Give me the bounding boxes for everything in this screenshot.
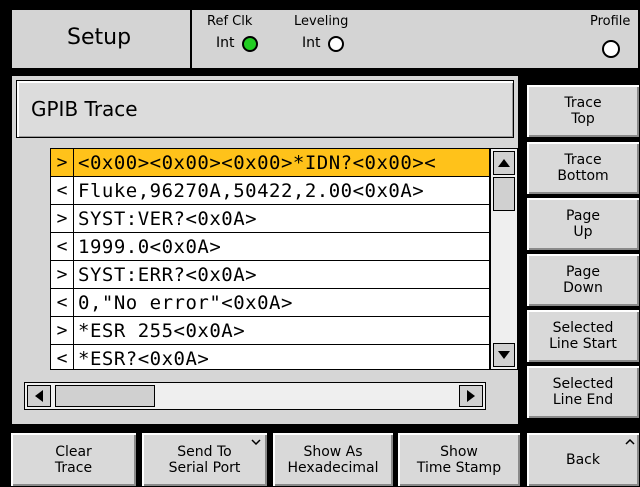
button-label-line1: Back	[566, 451, 600, 468]
trace-line-text: *ESR 255<0x0A>	[78, 319, 246, 342]
trace-line-text: SYST:VER?<0x0A>	[78, 207, 258, 230]
direction-marker: >	[51, 261, 74, 288]
show-time-stamp-button[interactable]: Show Time Stamp	[397, 432, 521, 487]
button-label-line1: Selected	[552, 376, 614, 392]
trace-panel-header: GPIB Trace	[16, 80, 514, 138]
trace-row-3[interactable]: < 1999.0<0x0A>	[51, 233, 489, 261]
button-label-line2: Down	[563, 280, 603, 296]
scroll-right-button[interactable]	[459, 385, 483, 407]
ref-clk-led	[242, 36, 258, 52]
trace-row-4[interactable]: > SYST:ERR?<0x0A>	[51, 261, 489, 289]
leveling-label: Leveling	[294, 14, 349, 29]
direction-marker: <	[51, 345, 74, 369]
button-label-line2: Up	[573, 224, 593, 240]
button-label-line2: Line Start	[549, 336, 617, 352]
page-up-button[interactable]: Page Up	[526, 197, 640, 251]
scroll-down-button[interactable]	[493, 343, 515, 367]
scroll-up-button[interactable]	[493, 151, 515, 175]
button-label-line2: Time Stamp	[416, 459, 502, 476]
button-label-line2: Trace	[54, 459, 93, 476]
button-label-line2: Bottom	[557, 168, 609, 184]
vertical-scrollbar[interactable]	[490, 148, 518, 370]
leveling-value: Int	[302, 35, 321, 51]
trace-row-5[interactable]: < 0,"No error"<0x0A>	[51, 289, 489, 317]
button-label-line1: Show	[440, 443, 478, 460]
direction-marker: <	[51, 233, 74, 260]
trace-row-7[interactable]: < *ESR?<0x0A>	[51, 345, 489, 370]
direction-marker: <	[51, 289, 74, 316]
trace-bottom-button[interactable]: Trace Bottom	[526, 141, 640, 195]
trace-panel: GPIB Trace > <0x00><0x00><0x00>*IDN?<0x0…	[10, 74, 520, 426]
trace-line-text: SYST:ERR?<0x0A>	[78, 263, 258, 286]
scroll-left-button[interactable]	[27, 385, 51, 407]
header-divider	[190, 10, 192, 68]
trace-line-text: 0,"No error"<0x0A>	[78, 291, 293, 314]
ref-clk-label: Ref Clk	[207, 14, 253, 29]
ref-clk-value: Int	[216, 35, 235, 51]
selected-line-end-button[interactable]: Selected Line End	[526, 365, 640, 419]
triangle-right-icon	[467, 390, 475, 402]
clear-trace-button[interactable]: Clear Trace	[10, 432, 137, 487]
direction-marker: <	[51, 177, 74, 204]
trace-line-text: <0x00><0x00><0x00>*IDN?<0x00><	[78, 151, 437, 174]
trace-row-2[interactable]: > SYST:VER?<0x0A>	[51, 205, 489, 233]
trace-row-1[interactable]: < Fluke,96270A,50422,2.00<0x0A>	[51, 177, 489, 205]
trace-list[interactable]: > <0x00><0x00><0x00>*IDN?<0x00>< < Fluke…	[50, 148, 490, 370]
triangle-left-icon	[35, 390, 43, 402]
chevron-down-icon	[251, 439, 261, 445]
trace-line-text: Fluke,96270A,50422,2.00<0x0A>	[78, 179, 425, 202]
button-label-line2: Top	[571, 111, 595, 127]
send-to-serial-port-button[interactable]: Send To Serial Port	[141, 432, 268, 487]
back-button[interactable]: Back	[526, 432, 640, 487]
trace-row-6[interactable]: > *ESR 255<0x0A>	[51, 317, 489, 345]
show-as-hexadecimal-button[interactable]: Show As Hexadecimal	[272, 432, 394, 487]
chevron-up-icon	[625, 439, 635, 445]
trace-row-0[interactable]: > <0x00><0x00><0x00>*IDN?<0x00><	[51, 149, 489, 177]
page-down-button[interactable]: Page Down	[526, 253, 640, 307]
trace-top-button[interactable]: Trace Top	[526, 84, 640, 138]
trace-line-text: *ESR?<0x0A>	[78, 347, 210, 370]
button-label-line1: Trace	[564, 152, 602, 168]
button-label-line1: Page	[566, 208, 600, 224]
triangle-down-icon	[498, 351, 510, 359]
button-label-line1: Selected	[552, 320, 614, 336]
button-label-line1: Trace	[564, 95, 602, 111]
horizontal-scrollbar[interactable]	[24, 382, 486, 410]
button-label-line2: Hexadecimal	[287, 459, 379, 476]
button-label-line2: Line End	[552, 392, 614, 408]
direction-marker: >	[51, 205, 74, 232]
selected-line-start-button[interactable]: Selected Line Start	[526, 309, 640, 363]
direction-marker: >	[51, 317, 74, 344]
vertical-scroll-thumb[interactable]	[493, 177, 515, 211]
header-bar: Setup Ref Clk Int Leveling Int Profile	[10, 8, 640, 70]
trace-panel-title: GPIB Trace	[31, 97, 138, 121]
profile-led	[602, 40, 620, 58]
button-label-line1: Send To	[177, 443, 232, 460]
button-label-line1: Clear	[55, 443, 92, 460]
horizontal-scroll-thumb[interactable]	[55, 385, 155, 407]
page-title: Setup	[67, 25, 132, 50]
trace-line-text: 1999.0<0x0A>	[78, 235, 222, 258]
button-label-line2: Serial Port	[168, 459, 241, 476]
leveling-led	[328, 36, 344, 52]
button-label-line1: Page	[566, 264, 600, 280]
direction-marker: >	[51, 149, 74, 176]
triangle-up-icon	[498, 159, 510, 167]
profile-label: Profile	[590, 14, 631, 29]
button-label-line1: Show As	[303, 443, 363, 460]
